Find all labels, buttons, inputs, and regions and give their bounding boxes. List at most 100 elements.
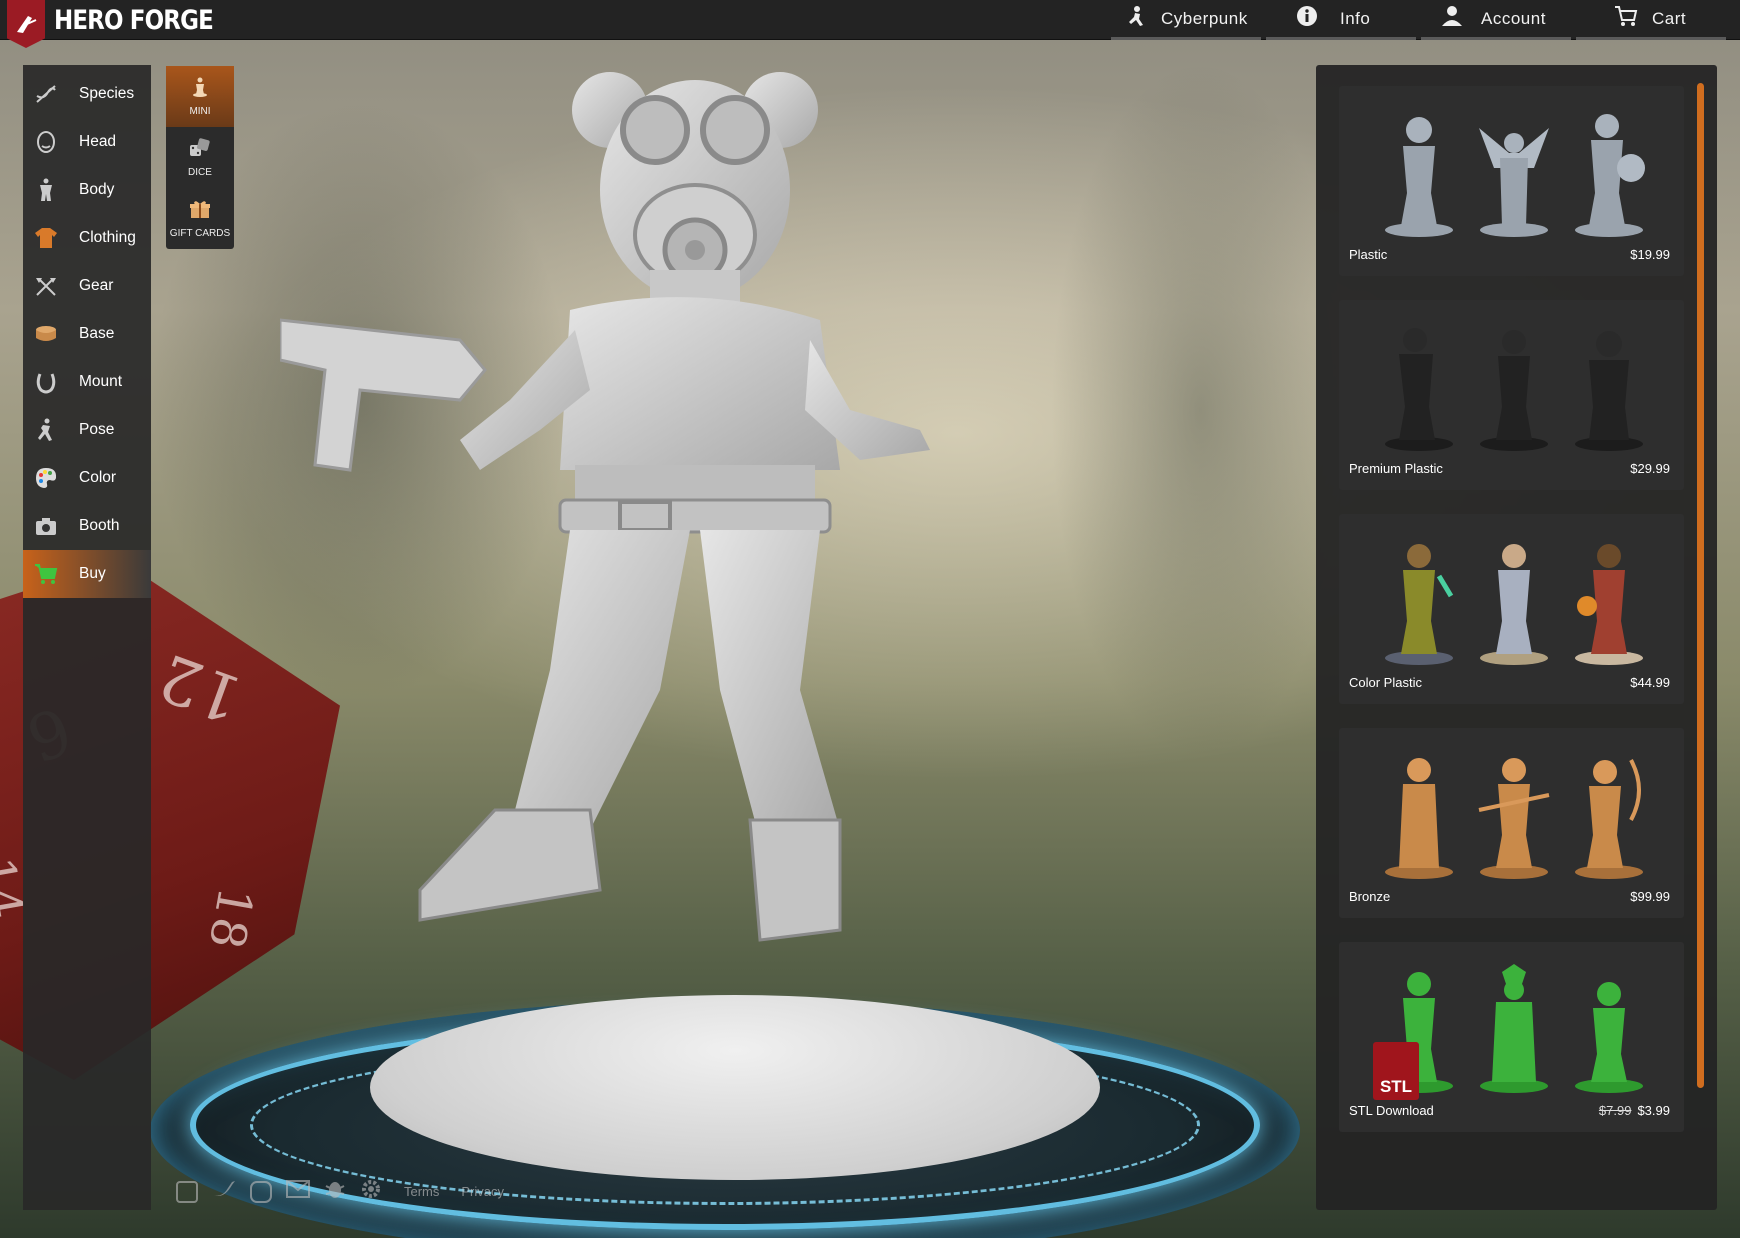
product-card-premium-plastic[interactable]: Premium Plastic $29.99 — [1339, 300, 1684, 490]
tab-mini[interactable]: MINI — [166, 66, 234, 127]
product-card-bronze[interactable]: Bronze $99.99 — [1339, 728, 1684, 918]
menu-item-buy[interactable]: Buy — [23, 550, 151, 598]
topnav-label: Info — [1340, 8, 1371, 28]
menu-item-pose[interactable]: Pose — [23, 406, 151, 454]
miniature-figure[interactable] — [280, 70, 1060, 1070]
product-name: Plastic — [1349, 247, 1388, 262]
topnav-cart[interactable]: Cart — [1576, 0, 1726, 40]
sale-price: $3.99 — [1637, 1103, 1670, 1118]
facebook-icon[interactable] — [176, 1180, 198, 1203]
menu-label: Mount — [79, 373, 123, 390]
product-name: Premium Plastic — [1349, 461, 1443, 476]
product-card-plastic[interactable]: Plastic $19.99 — [1339, 86, 1684, 276]
mini-thumbnail — [1575, 544, 1643, 665]
mini-thumbnail — [1575, 114, 1645, 237]
twitter-icon[interactable] — [212, 1179, 236, 1204]
mini-thumbnail — [1385, 758, 1453, 879]
panel-scrollbar[interactable] — [1697, 83, 1704, 1088]
background-fog — [1050, 60, 1350, 760]
mini-thumbnail — [1480, 964, 1548, 1093]
topnav-cyberpunk[interactable]: Cyberpunk — [1111, 0, 1261, 40]
email-icon[interactable] — [286, 1180, 310, 1203]
menu-item-color[interactable]: Color — [23, 454, 151, 502]
hero-forge-logo-icon[interactable] — [7, 0, 45, 48]
privacy-link[interactable]: Privacy — [461, 1184, 504, 1199]
original-price: $7.99 — [1598, 1103, 1632, 1118]
cart-icon — [33, 561, 59, 587]
product-card-color-plastic[interactable]: Color Plastic $44.99 — [1339, 514, 1684, 704]
menu-label: Color — [79, 469, 117, 486]
mini-thumbnail — [1575, 331, 1643, 451]
product-name: Color Plastic — [1349, 675, 1422, 690]
menu-label: Body — [79, 181, 115, 198]
menu-item-mount[interactable]: Mount — [23, 358, 151, 406]
menu-item-booth[interactable]: Booth — [23, 502, 151, 550]
gift-icon — [189, 199, 211, 224]
mini-thumbnail — [1385, 544, 1454, 665]
menu-item-clothing[interactable]: Clothing — [23, 214, 151, 262]
cart-icon — [1614, 5, 1638, 32]
instagram-icon[interactable] — [250, 1180, 272, 1203]
user-icon — [1441, 5, 1463, 32]
brand-name[interactable]: HERO FORGE — [54, 5, 214, 36]
product-price: $44.99 — [1630, 675, 1670, 690]
info-icon — [1296, 5, 1318, 32]
topnav-label: Account — [1481, 8, 1546, 28]
bug-report-icon[interactable] — [324, 1178, 346, 1205]
tab-label: DICE — [188, 166, 212, 178]
menu-item-gear[interactable]: Gear — [23, 262, 151, 310]
product-price: $7.99 $3.99 — [1599, 1103, 1670, 1118]
mini-thumbnail — [1480, 544, 1548, 665]
product-thumbnails — [1379, 954, 1649, 1094]
menu-label: Buy — [79, 565, 106, 582]
product-name: Bronze — [1349, 889, 1391, 904]
mini-thumbnail — [1385, 328, 1453, 451]
shirt-icon — [33, 225, 59, 251]
menu-label: Gear — [79, 277, 114, 294]
tab-dice[interactable]: DICE — [166, 127, 234, 188]
product-card-stl-download[interactable]: STL STL Download $7.99 $3.99 — [1339, 942, 1684, 1132]
product-thumbnails — [1379, 526, 1649, 666]
product-name: STL Download — [1349, 1103, 1434, 1118]
kneeling-figure-icon — [1125, 5, 1147, 32]
tab-gift-cards[interactable]: GIFT CARDS — [166, 188, 234, 249]
product-thumbnails — [1379, 98, 1649, 238]
palette-icon — [33, 465, 59, 491]
menu-item-body[interactable]: Body — [23, 166, 151, 214]
menu-label: Base — [79, 325, 115, 342]
base-icon — [33, 321, 59, 347]
menu-item-head[interactable]: Head — [23, 118, 151, 166]
menu-label: Pose — [79, 421, 115, 438]
settings-gear-icon[interactable] — [360, 1178, 382, 1205]
menu-label: Head — [79, 133, 117, 150]
editor-menu: Species Head Body Clothing Gear Base Mou… — [23, 65, 151, 1210]
menu-label: Clothing — [79, 229, 136, 246]
product-price: $29.99 — [1630, 461, 1670, 476]
menu-label: Species — [79, 85, 135, 102]
product-type-tabs: MINI DICE GIFT CARDS — [166, 66, 234, 249]
terms-link[interactable]: Terms — [404, 1184, 439, 1199]
topnav-account[interactable]: Account — [1421, 0, 1571, 40]
menu-item-species[interactable]: Species — [23, 70, 151, 118]
horseshoe-icon — [33, 369, 59, 395]
camera-icon — [33, 513, 59, 539]
product-price: $19.99 — [1630, 247, 1670, 262]
topnav-label: Cart — [1652, 8, 1687, 28]
product-thumbnails — [1379, 312, 1649, 452]
tab-label: MINI — [189, 105, 211, 117]
head-icon — [33, 129, 59, 155]
top-navigation-bar: HERO FORGE Cyberpunk Info Account Cart — [0, 0, 1740, 48]
tab-label: GIFT CARDS — [169, 227, 231, 239]
topnav-label: Cyberpunk — [1161, 8, 1248, 28]
stl-file-badge: STL — [1373, 1042, 1419, 1100]
product-thumbnails — [1379, 740, 1649, 880]
pose-icon — [33, 417, 59, 443]
dice-icon — [189, 137, 211, 163]
menu-item-base[interactable]: Base — [23, 310, 151, 358]
mini-thumbnail — [1479, 128, 1549, 237]
dna-icon — [33, 81, 59, 107]
mini-thumbnail — [1575, 982, 1643, 1093]
menu-label: Booth — [79, 517, 120, 534]
topnav-info[interactable]: Info — [1266, 0, 1416, 40]
mini-thumbnail — [1575, 759, 1643, 879]
